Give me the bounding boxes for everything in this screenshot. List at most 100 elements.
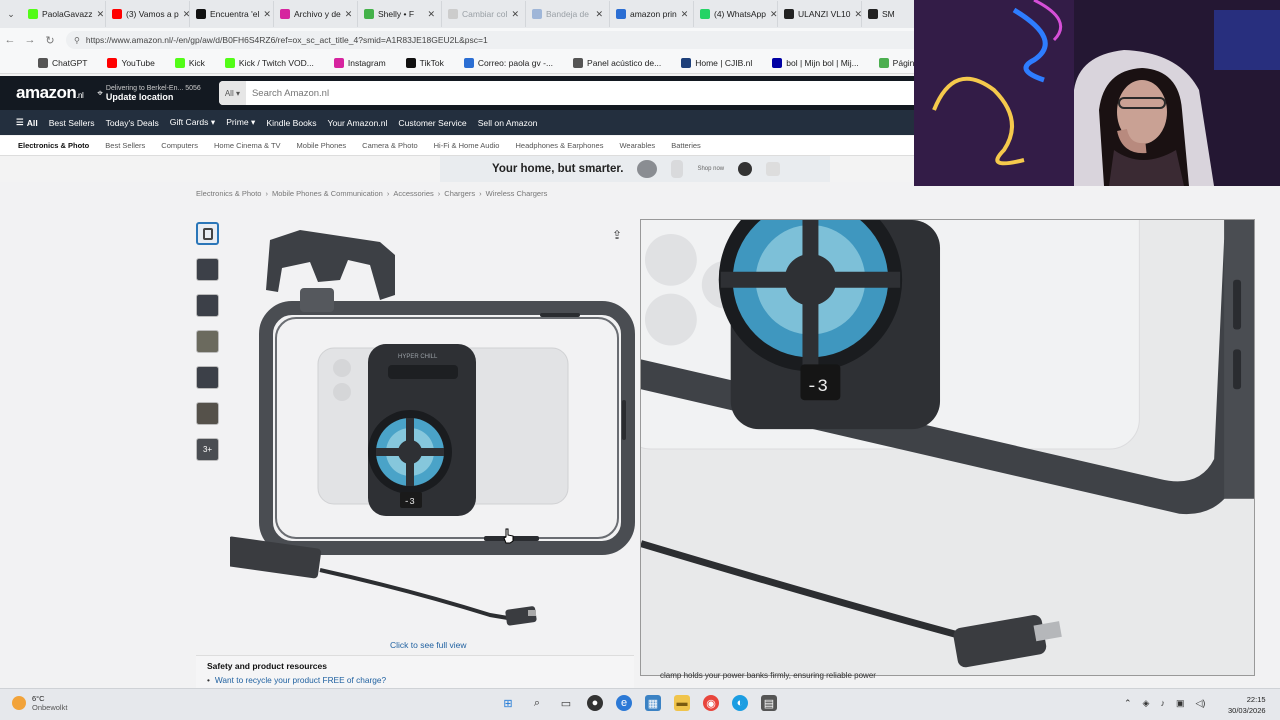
edge-icon[interactable]: e (616, 695, 632, 711)
thumbnail[interactable] (196, 258, 219, 281)
deliver-line1: Delivering to Berkel-En... 5056 (105, 84, 201, 92)
breadcrumb-link[interactable]: Electronics & Photo (196, 189, 261, 198)
browser-tab[interactable]: Cambiar col ✕ (442, 1, 526, 27)
product-main-image[interactable]: HYPER CHILL -3 (230, 220, 635, 640)
obs-icon[interactable]: ● (587, 695, 603, 711)
banner-device-image (766, 162, 781, 176)
browser-tab[interactable]: Encuentra 'el ✕ (190, 1, 274, 27)
chrome-icon[interactable]: ◉ (703, 695, 719, 711)
tab-close-icon[interactable]: ✕ (427, 9, 435, 20)
tab-close-icon[interactable]: ✕ (681, 9, 689, 20)
browser-tab[interactable]: Shelly • F ✕ (358, 1, 442, 27)
tab-close-icon[interactable]: ✕ (595, 9, 603, 20)
recycle-link[interactable]: • Want to recycle your product FREE of ch… (207, 675, 623, 685)
search-scope-select[interactable]: All ▾ (218, 81, 246, 105)
nav-item[interactable]: Customer Service (398, 118, 466, 128)
nav-item[interactable]: Kindle Books (266, 118, 316, 128)
deliver-to[interactable]: ⌖ Delivering to Berkel-En... 5056 Update… (97, 85, 201, 102)
subnav-item[interactable]: Mobile Phones (297, 141, 347, 150)
browser-tab[interactable]: (4) WhatsApp ✕ (694, 1, 778, 27)
nav-item[interactable]: Best Sellers (49, 118, 95, 128)
tab-close-icon[interactable]: ✕ (770, 9, 777, 20)
amazon-logo[interactable]: amazon.nl (16, 83, 84, 103)
thumbnail[interactable] (196, 222, 219, 245)
bookmark[interactable]: YouTube (99, 57, 162, 68)
bookmark[interactable]: TikTok (398, 57, 452, 68)
bookmark[interactable]: Instagram (326, 57, 394, 68)
forward-icon[interactable]: → (20, 34, 40, 46)
tab-favicon-icon (784, 9, 794, 19)
subnav-item[interactable]: Best Sellers (105, 141, 145, 150)
nav-item[interactable]: Prime ▾ (226, 117, 255, 128)
tab-list-chevron-icon[interactable]: ⌄ (0, 9, 22, 20)
calculator-icon[interactable]: ▤ (761, 695, 777, 711)
subnav-item[interactable]: Home Cinema & TV (214, 141, 281, 150)
store-icon[interactable]: ▦ (645, 695, 661, 711)
nav-item[interactable]: Your Amazon.nl (328, 118, 388, 128)
tab-close-icon[interactable]: ✕ (263, 9, 271, 20)
thumbnail[interactable] (196, 294, 219, 317)
more-thumbnails[interactable]: 3+ (196, 438, 219, 461)
tray-chevron-icon[interactable]: ⌃ (1124, 698, 1132, 709)
subnav-item[interactable]: Headphones & Earphones (515, 141, 603, 150)
thumbnail[interactable] (196, 330, 219, 353)
edge-browser-icon[interactable]: ◐ (732, 695, 748, 711)
network-icon[interactable]: ▣ (1176, 698, 1185, 709)
browser-tab[interactable]: Archivo y de ✕ (274, 1, 358, 27)
windows-start-icon[interactable]: ⊞ (500, 695, 516, 711)
breadcrumb-link[interactable]: Chargers (444, 189, 475, 198)
breadcrumb-link[interactable]: Mobile Phones & Communication (272, 189, 383, 198)
browser-tab[interactable]: (3) Vamos a p ✕ (106, 1, 190, 27)
tray-app-icon[interactable]: ◈ (1143, 698, 1150, 709)
reload-icon[interactable]: ↻ (40, 34, 60, 47)
bookmark[interactable]: Kick (167, 57, 213, 68)
subnav-item[interactable]: Camera & Photo (362, 141, 417, 150)
promo-banner[interactable]: Your home, but smarter. Shop now (440, 156, 830, 182)
subnav-item[interactable]: Wearables (619, 141, 655, 150)
volume-icon[interactable]: ◁) (1195, 698, 1205, 709)
url-text[interactable]: https://www.amazon.nl/-/en/gp/aw/d/B0FH6… (86, 35, 488, 45)
thumbnail[interactable] (196, 402, 219, 425)
weather-widget[interactable]: 6°C Onbewolkt (12, 694, 67, 712)
nav-item[interactable]: Today's Deals (106, 118, 159, 128)
breadcrumb-link[interactable]: Accessories (393, 189, 433, 198)
tab-close-icon[interactable]: ✕ (511, 9, 519, 20)
browser-tab[interactable]: ULANZI VL10 ✕ (778, 1, 862, 27)
subnav-item[interactable]: Batteries (671, 141, 701, 150)
thumbnail[interactable] (196, 366, 219, 389)
search-icon[interactable]: ⌕ (529, 695, 545, 711)
bookmark[interactable]: Kick / Twitch VOD... (217, 57, 322, 68)
task-view-icon[interactable]: ▭ (558, 695, 574, 711)
full-view-link[interactable]: Click to see full view (390, 640, 467, 650)
subnav-item[interactable]: Hi-Fi & Home Audio (434, 141, 500, 150)
search-input[interactable] (245, 81, 919, 105)
bookmark[interactable]: bol | Mijn bol | Mij... (764, 57, 866, 68)
bookmark[interactable]: Home | CJIB.nl (673, 57, 760, 68)
clock[interactable]: 22:15 30/03/2026 (1228, 694, 1266, 716)
address-field[interactable]: ⚲ https://www.amazon.nl/-/en/gp/aw/d/B0F… (66, 31, 926, 49)
bookmark[interactable]: Panel acústico de... (565, 57, 669, 68)
back-icon[interactable]: ← (0, 34, 20, 46)
bookmark[interactable]: Correo: paola gv -... (456, 57, 561, 68)
browser-tab[interactable]: PaolaGavazz ✕ (22, 1, 106, 27)
all-menu-button[interactable]: ☰ All (16, 117, 38, 128)
tab-close-icon[interactable]: ✕ (97, 9, 105, 20)
tab-close-icon[interactable]: ✕ (854, 9, 861, 20)
browser-tab[interactable]: amazon prin ✕ (610, 1, 694, 27)
site-info-icon[interactable]: ⚲ (74, 36, 80, 45)
nav-item[interactable]: Gift Cards ▾ (170, 117, 215, 128)
banner-shop-link[interactable]: Shop now (697, 166, 724, 172)
breadcrumb-link[interactable]: Wireless Chargers (486, 189, 548, 198)
bookmark[interactable]: ChatGPT (30, 57, 95, 68)
browser-tab[interactable]: Bandeja de ✕ (526, 1, 610, 27)
subnav-item[interactable]: Computers (161, 141, 198, 150)
subnav-item[interactable]: Electronics & Photo (18, 141, 89, 150)
tab-close-icon[interactable]: ✕ (183, 9, 189, 20)
nav-item[interactable]: Sell on Amazon (478, 118, 538, 128)
tab-favicon-icon (112, 9, 122, 19)
file-explorer-icon[interactable]: ▬ (674, 695, 690, 711)
breadcrumb-separator: › (479, 189, 482, 198)
share-icon[interactable]: ⇪ (612, 228, 622, 242)
tab-close-icon[interactable]: ✕ (345, 9, 353, 20)
microphone-icon[interactable]: ♪ (1160, 698, 1165, 709)
